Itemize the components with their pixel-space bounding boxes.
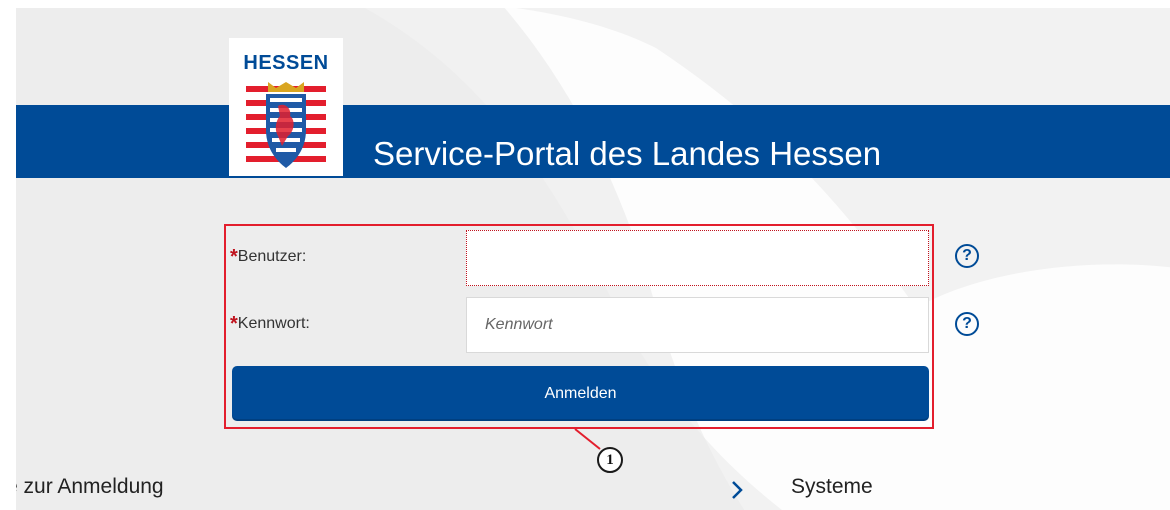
password-label: *Kennwort: bbox=[230, 313, 310, 335]
login-help-link[interactable]: e zur Anmeldung bbox=[16, 475, 164, 499]
password-input[interactable] bbox=[466, 297, 929, 353]
portal-title: Service-Portal des Landes Hessen bbox=[373, 135, 882, 172]
chevron-right-icon bbox=[732, 481, 743, 499]
hessen-logo[interactable]: HESSEN bbox=[229, 38, 343, 176]
login-button[interactable]: Anmelden bbox=[232, 366, 929, 421]
username-help-icon[interactable]: ? bbox=[955, 244, 979, 268]
required-marker: * bbox=[230, 246, 238, 268]
logo-wordmark: HESSEN bbox=[243, 52, 329, 74]
systems-link[interactable]: Systeme bbox=[791, 475, 873, 499]
password-help-icon[interactable]: ? bbox=[955, 312, 979, 336]
required-marker: * bbox=[230, 313, 238, 335]
portal-page: Service-Portal des Landes Hessen HESSEN … bbox=[16, 8, 1170, 510]
username-label: *Benutzer: bbox=[230, 246, 307, 268]
callout-number-badge: 1 bbox=[597, 447, 623, 473]
username-input[interactable] bbox=[466, 230, 929, 286]
coat-of-arms-icon bbox=[246, 82, 326, 168]
